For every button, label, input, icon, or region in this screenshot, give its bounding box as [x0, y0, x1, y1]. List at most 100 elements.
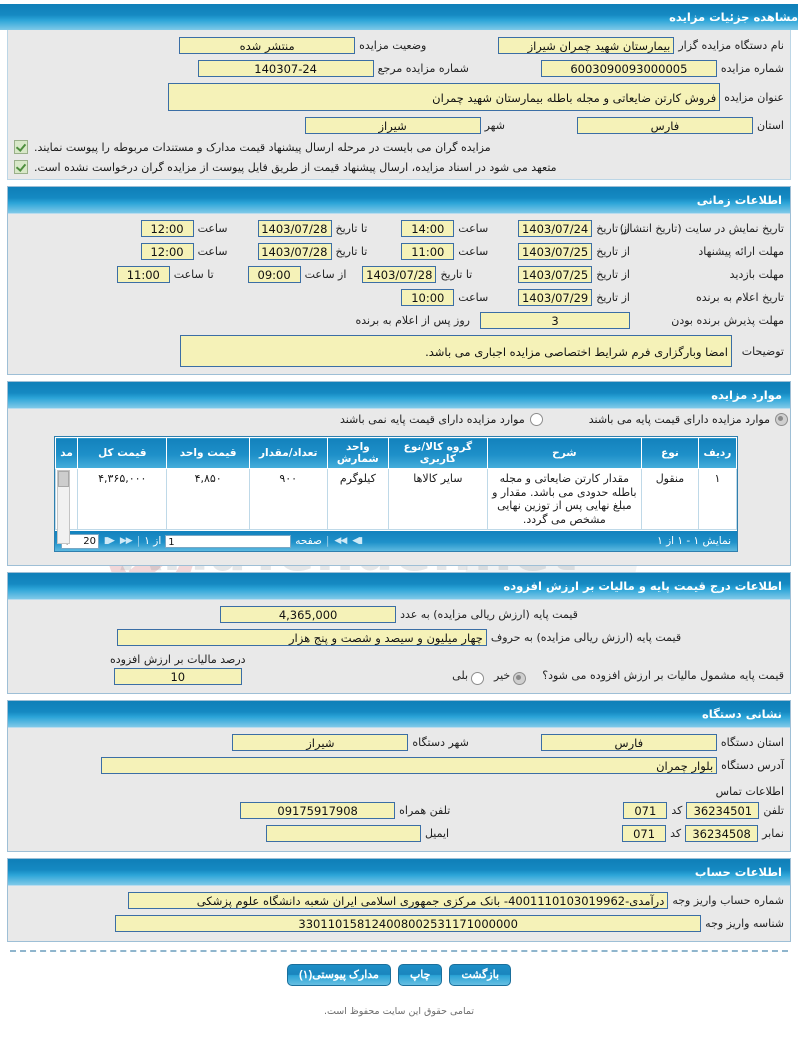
winner-date[interactable]: 1403/07/29 [518, 289, 593, 306]
publish-from-date[interactable]: 1403/07/24 [518, 220, 593, 237]
vat-percent-field[interactable]: 10 [113, 668, 242, 685]
publish-to-date[interactable]: 1403/07/28 [257, 220, 332, 237]
mobile-field[interactable]: 09175917908 [240, 802, 396, 819]
back-button[interactable]: بازگشت [449, 964, 512, 986]
account-id-label: شناسه واریز وجه [705, 917, 784, 930]
auction-title-field[interactable]: فروش کارتن ضایعاتی و مجله باطله بیمارستا… [168, 83, 721, 111]
auction-no-field[interactable]: 6003090093000005 [540, 60, 717, 77]
fax-label: نمابر [762, 827, 784, 840]
prev-page-icon[interactable]: ▶▶ [119, 536, 133, 546]
next-page-icon[interactable]: ◀◀ [333, 536, 347, 546]
org-address-field[interactable]: بلوار چمران [101, 757, 718, 774]
pricing-row-number: قیمت پایه (ارزش ریالی مزایده) به عدد 4,3… [8, 600, 790, 626]
bid-from-date[interactable]: 1403/07/25 [518, 243, 593, 260]
accept-days-suffix: روز پس از اعلام به برنده [355, 314, 470, 327]
auction-no-label: شماره مزایده [720, 62, 784, 75]
base-price-words-field[interactable]: چهار میلیون و سیصد و شصت و پنج هزار [116, 629, 487, 646]
city-label: شهر [484, 119, 505, 132]
org-address-label: آدرس دستگاه [721, 759, 784, 772]
account-row-id: شناسه واریز وجه 330110158124008002531171… [8, 912, 790, 935]
timing-label-visit: مهلت بازدید [729, 268, 784, 281]
col-type: نوع [641, 437, 699, 469]
contact-info-title: اطلاعات تماس [715, 785, 784, 798]
page-size-value: 20 [83, 535, 96, 547]
visit-from-date[interactable]: 1403/07/25 [518, 266, 593, 283]
org-field[interactable]: بیمارستان شهید چمران شیراز [498, 37, 675, 54]
contact-row-phone: تلفن 36234501 کد 071 تلفن همراه 09175917… [8, 799, 790, 822]
radio-without-base-price-label: موارد مزایده دارای قیمت پایه نمی باشند [339, 413, 525, 426]
org-province-label: استان دستگاه [720, 736, 784, 749]
items-header-row: ردیف نوع شرح گروه کالا/نوع کاربری واحد ش… [54, 437, 738, 469]
phone-code-label: کد [671, 804, 683, 817]
fax-code-field[interactable]: 071 [622, 825, 667, 842]
status-field[interactable]: منتشر شده [179, 37, 356, 54]
from-hour-label-3: از ساعت [304, 268, 347, 281]
contact-row-fax: نمابر 36234508 کد 071 ایمیل [8, 822, 790, 845]
visit-to-time[interactable]: 11:00 [116, 266, 170, 283]
fax-field[interactable]: 36234508 [685, 825, 759, 842]
account-id-field[interactable]: 330110158124008002531171000000 [115, 915, 702, 932]
timing-row-visit: مهلت بازدید از تاریخ 1403/07/25 تا تاریخ… [8, 263, 790, 286]
winner-from-date-label: از تاریخ [596, 291, 630, 304]
print-button[interactable]: چاپ [397, 964, 443, 986]
note-row-2: متعهد می شود در اسناد مزایده، ارسال پیشن… [8, 157, 790, 177]
vat-radio-no[interactable] [513, 672, 527, 685]
hour-label-1b: ساعت [197, 222, 228, 235]
items-table: ردیف نوع شرح گروه کالا/نوع کاربری واحد ش… [54, 437, 738, 544]
timing-section-title: اطلاعات زمانی [8, 187, 790, 214]
status-label: وضعیت مزایده [359, 39, 427, 52]
radio-without-base-price[interactable] [529, 413, 543, 426]
bid-from-time[interactable]: 11:00 [401, 243, 455, 260]
org-province-field[interactable]: فارس [540, 734, 717, 751]
items-panel: موارد مزایده موارد مزایده دارای قیمت پای… [7, 381, 791, 566]
publish-to-time[interactable]: 12:00 [140, 220, 194, 237]
overview-row-location: استان فارس شهر شیراز [8, 114, 790, 137]
account-no-field[interactable]: درآمدی-4001110103019962- بانک مرکزی جمهو… [128, 892, 669, 909]
mobile-label: تلفن همراه [399, 804, 451, 817]
org-city-field[interactable]: شیراز [232, 734, 409, 751]
fax-code-label: کد [670, 827, 682, 840]
cell-unit-price: ۴,۸۵۰ [166, 468, 250, 530]
vat-radio-yes-label: بلی [452, 669, 469, 682]
pagination-of-label: از ۱ [144, 535, 162, 547]
description-field[interactable]: امضا وبارگزاری فرم شرایط اختصاصی مزایده … [180, 335, 732, 367]
province-field[interactable]: فارس [576, 117, 753, 134]
radio-with-base-price[interactable] [775, 413, 788, 426]
table-vertical-scrollbar[interactable] [57, 470, 70, 544]
timing-row-description: توضیحات امضا وبارگزاری فرم شرایط اختصاصی… [8, 332, 790, 370]
note-text-1: مزایده گران می بایست در مرحله ارسال پیشن… [34, 140, 491, 154]
city-field[interactable]: شیراز [304, 117, 481, 134]
attachments-button[interactable]: مدارک پیوستی(۱) [286, 964, 391, 986]
accept-days-field[interactable]: 3 [480, 312, 630, 329]
hour-label-1: ساعت [458, 222, 489, 235]
first-page-icon[interactable]: ▶▮ [103, 536, 115, 546]
publish-from-time[interactable]: 14:00 [401, 220, 455, 237]
scrollbar-thumb[interactable] [58, 471, 69, 487]
bid-to-date[interactable]: 1403/07/28 [257, 243, 332, 260]
cell-type: منقول [641, 468, 699, 530]
phone-code-field[interactable]: 071 [623, 802, 668, 819]
email-field[interactable] [265, 825, 421, 842]
pagination-page-label: صفحه [295, 535, 322, 547]
visit-to-date[interactable]: 1403/07/28 [362, 266, 437, 283]
vat-question-label: قیمت پایه مشمول مالیات بر ارزش افزوده می… [542, 669, 784, 682]
col-quantity: تعداد/مقدار [248, 437, 328, 469]
timing-label-publish: تاریخ نمایش در سایت (تاریخ انتشار) [619, 222, 784, 235]
phone-field[interactable]: 36234501 [686, 802, 760, 819]
items-section-title: موارد مزایده [8, 382, 790, 409]
from-date-label-2: از تاریخ [596, 245, 630, 258]
account-section-title: اطلاعات حساب [8, 859, 790, 886]
visit-from-time[interactable]: 09:00 [247, 266, 301, 283]
ref-no-field[interactable]: 140307-24 [197, 60, 374, 77]
last-page-icon[interactable]: ▮◀ [351, 536, 363, 546]
note-row-1: مزایده گران می بایست در مرحله ارسال پیشن… [8, 137, 790, 157]
vat-radio-yes[interactable] [471, 672, 485, 685]
base-price-words-label: قیمت پایه (ارزش ریالی مزایده) به حروف [490, 631, 682, 644]
col-unit: واحد شمارش [326, 437, 390, 469]
winner-time[interactable]: 10:00 [401, 289, 455, 306]
bid-to-time[interactable]: 12:00 [140, 243, 194, 260]
org-city-label: شهر دستگاه [412, 736, 469, 749]
pagination-page-input[interactable]: 1 [165, 534, 292, 548]
table-row[interactable]: ۱ منقول مقدار کارتن ضایعاتی و مجله باطله… [54, 468, 738, 544]
base-price-number-field[interactable]: 4,365,000 [220, 606, 397, 623]
